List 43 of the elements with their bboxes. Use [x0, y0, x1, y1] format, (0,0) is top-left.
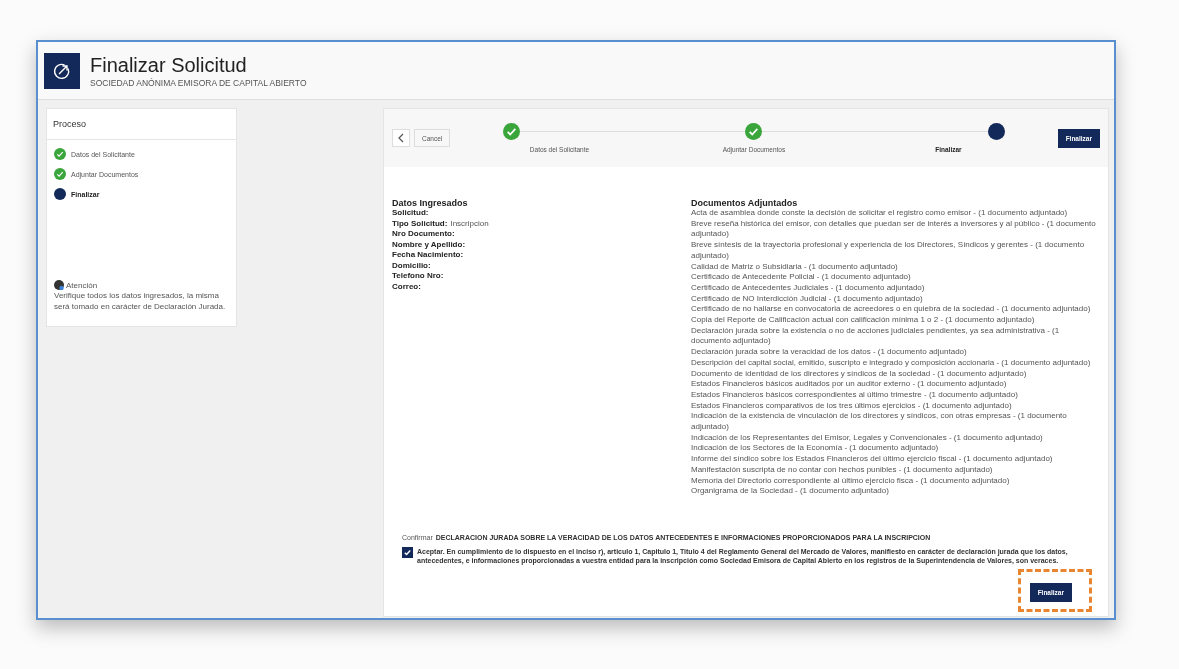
document-item: Estados Financieros básicos correspondientes al último trimestre - (1 documento adjuntado)	[691, 389, 1019, 401]
document-item: Manifestación suscripta de no contar con hechos punibles - (1 documento adjuntado)	[691, 464, 994, 476]
field-label: Correo:	[392, 281, 421, 291]
document-item: Calidad de Matriz o Subsidiaria - (1 documento adjuntado)	[691, 261, 899, 273]
field-label: Domicilio:	[392, 260, 431, 270]
document-item: Informe del síndico sobre los Estados Financieros del último ejercicio fiscal - (1 documento adjuntado)	[691, 454, 1054, 465]
chevron-left-icon	[398, 133, 404, 143]
checkbox[interactable]	[402, 547, 413, 558]
section-title: Datos Ingresados	[392, 198, 469, 208]
info-icon	[54, 280, 64, 290]
field-label: Solicitud:	[392, 208, 429, 217]
page-title: Finalizar Solicitud	[90, 53, 248, 76]
document-item: Acta de asamblea donde conste la decisión de solicitar el registro como emisor - (1 documento adjuntado)	[691, 208, 1069, 219]
field-label: Tipo Solicitud:	[392, 218, 448, 228]
document-item: Descripción del capital social, emitido, suscripto e integrado y composición accionaria - (1 documento adjuntado)	[691, 357, 1092, 369]
field-label: Fecha Nacimiento:	[392, 250, 464, 259]
field-label: Nombre y Apellido:	[392, 239, 466, 249]
document-item: Estados Financieros básicos auditados por un auditor externo - (1 documento adjuntado)	[691, 379, 1008, 390]
document-item: Certificado de NO Interdicción Judicial - (1 documento adjuntado)	[691, 293, 924, 305]
document-item: Declaración jurada sobre la existencia o no de acciones judiciales pendientes, ya sea administrativa - (1 documento adjuntado)	[691, 325, 1061, 348]
notice-title: Atención	[66, 280, 98, 290]
back-button[interactable]	[392, 129, 410, 147]
document-item: Organigrama de la Sociedad - (1 documento adjuntado)	[691, 486, 890, 497]
document-item: Indicación de los Representantes del Emisor, Legales y Convencionales - (1 documento adjuntado)	[691, 432, 1044, 444]
notice-text: Verifique todos los datos ingresados, la misma será tomado en carácter de Declaración Jurada.	[54, 290, 227, 312]
document-item: Memoria del Directorio correspondiente al último ejercicio fisca - (1 documento adjuntado)	[691, 475, 1011, 487]
document-item: Certificado de Antecedentes Judiciales - (1 documento adjuntado)	[691, 282, 926, 294]
page-subtitle: SOCIEDAD ANÓNIMA EMISORA DE CAPITAL ABIERTO	[90, 77, 307, 88]
document-item: Indicación de los Sectores de la Economía - (1 documento adjuntado)	[691, 443, 940, 455]
section-title: Documentos Adjuntados	[691, 198, 799, 208]
document-item: Documento de identidad de los directores y síndicos de la sociedad - (1 documento adjuntado)	[691, 368, 1028, 380]
field-label: Telefono Nro:	[392, 271, 444, 280]
document-item: Certificado de Antecedente Policial - (1 documento adjuntado)	[691, 272, 912, 283]
document-item: Declaración jurada sobre la veracidad de los datos - (1 documento adjuntado)	[691, 347, 968, 358]
document-item: Breve reseña histórica del emisor, con detalles que puedan ser de interés a inversores y al público - (1 documento adjuntado)	[691, 218, 1097, 241]
field-value: Inscripcion	[450, 218, 489, 228]
field-label: Nro Documento:	[392, 229, 455, 238]
sidebar-title: Proceso	[47, 109, 236, 140]
document-item: Estados Financieros comparativos de los tres últimos ejercicios - (1 documento adjuntado)	[691, 400, 1013, 412]
document-item: Copia del Reporte de Calificación actual con calificación mínima 1 o 2 - (1 documento adjuntado)	[691, 315, 1036, 326]
document-item: Breve síntesis de la trayectoria profesional y experiencia de los Directores, Síndicos y gerentes - (1 documento adjuntado)	[691, 240, 1086, 262]
document-item: Certificado de no hallarse en convocatoria de acreedores o en quiebra de la sociedad - (1 documento adjuntado)	[691, 304, 1092, 316]
document-item: Indicación de la existencia de vinculación de los directores y síndicos, con otras empresas - (1 documento adjuntado)	[691, 411, 1068, 433]
